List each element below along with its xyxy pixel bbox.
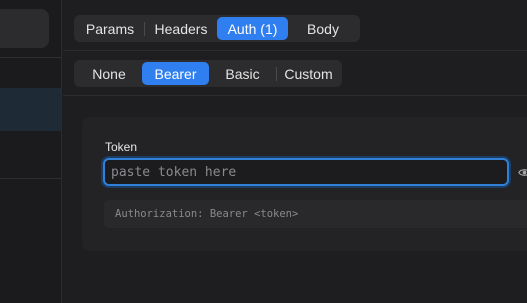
auth-type-custom[interactable]: Custom <box>277 62 340 85</box>
bearer-token-panel: Token Authorization: Bearer <token> <box>82 117 527 251</box>
auth-type-basic[interactable]: Basic <box>209 62 276 85</box>
auth-type-bearer[interactable]: Bearer <box>142 62 209 85</box>
eye-icon[interactable] <box>518 166 527 179</box>
sidebar-divider <box>0 57 62 58</box>
tab-params[interactable]: Params <box>76 17 144 40</box>
tab-headers[interactable]: Headers <box>145 17 217 40</box>
auth-type-selector: None Bearer Basic Custom <box>74 60 342 87</box>
divider <box>63 95 527 96</box>
sidebar <box>0 0 62 303</box>
sidebar-divider <box>0 178 62 179</box>
tab-body[interactable]: Body <box>288 17 358 40</box>
auth-header-preview: Authorization: Bearer <token> <box>104 200 527 228</box>
divider <box>63 50 527 51</box>
sidebar-search-field[interactable] <box>0 9 49 48</box>
token-input[interactable] <box>103 158 509 186</box>
request-editor: Params Headers Auth (1) Body None Bearer… <box>63 0 527 303</box>
sidebar-item-selected[interactable] <box>0 88 61 131</box>
tab-auth[interactable]: Auth (1) <box>217 17 288 40</box>
request-tabs: Params Headers Auth (1) Body <box>74 15 360 42</box>
token-label: Token <box>105 140 138 154</box>
auth-type-none[interactable]: None <box>76 62 142 85</box>
